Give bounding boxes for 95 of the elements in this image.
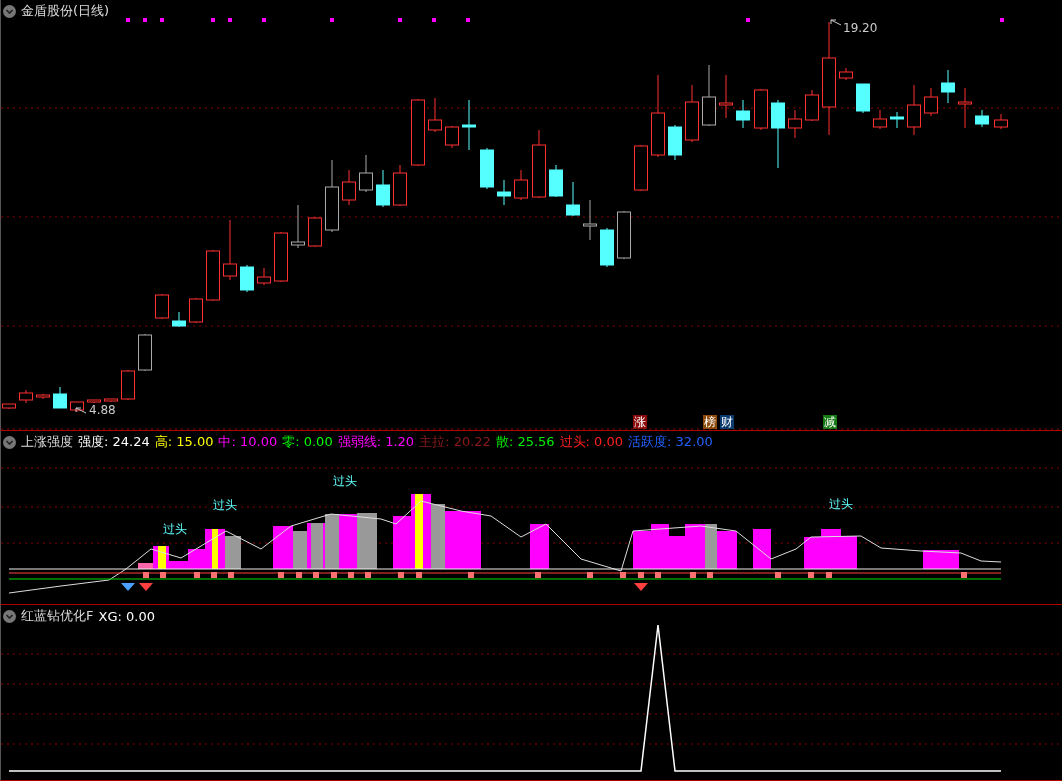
indicator-reading: 零: 0.00 <box>282 433 333 451</box>
indicator-reading: XG: 0.00 <box>98 608 155 624</box>
candlestick <box>805 89 819 122</box>
bar <box>804 537 821 569</box>
candlestick <box>342 169 356 206</box>
candlestick <box>376 169 390 208</box>
candlestick <box>907 84 921 136</box>
bar <box>393 516 411 569</box>
bar <box>293 531 307 569</box>
candlestick <box>924 87 938 117</box>
candlestick <box>941 69 955 104</box>
candlestick <box>393 164 407 207</box>
candlestick <box>240 264 254 293</box>
candlestick <box>53 386 67 409</box>
candlestick <box>87 399 101 404</box>
candlestick <box>856 83 870 114</box>
candlestick <box>138 333 152 372</box>
candlestick <box>172 311 186 328</box>
candlestick <box>771 99 785 169</box>
collapse-icon[interactable] <box>3 4 16 18</box>
candlestick <box>839 67 853 81</box>
price-label: 19.20 <box>843 21 878 35</box>
candlestick <box>308 216 322 248</box>
candlestick <box>634 144 648 192</box>
indicator-reading: 强弱线: 1.20 <box>337 433 415 451</box>
candlestick <box>685 84 699 143</box>
candlestick <box>359 154 373 193</box>
bar <box>530 524 549 569</box>
candlestick <box>2 403 16 410</box>
bar <box>273 526 293 569</box>
candlestick <box>873 109 887 130</box>
annotation-label: 过头 <box>163 521 187 538</box>
candlestick <box>445 125 459 149</box>
annotation-label: 过头 <box>333 473 357 490</box>
bar <box>357 513 377 569</box>
candlestick <box>549 164 563 198</box>
candlestick <box>155 293 169 320</box>
arrow-icon <box>75 407 87 414</box>
arrow-icon <box>830 19 842 26</box>
candlestick <box>291 204 305 249</box>
candlestick <box>975 109 989 128</box>
candlestick <box>532 129 546 199</box>
candlestick <box>514 169 528 201</box>
candlestick <box>206 249 220 302</box>
candlestick <box>411 98 425 167</box>
bar <box>325 514 339 569</box>
candlestick <box>566 181 580 217</box>
collapse-icon[interactable] <box>3 435 16 449</box>
indicator-reading: 强度: 24.24 <box>78 433 150 451</box>
candlestick <box>19 389 33 404</box>
indicator-reading: 主拉: 20.22 <box>419 433 491 451</box>
indicator-reading: 散: 25.56 <box>495 433 555 451</box>
candlestick <box>36 393 50 400</box>
signal-tag: 减 <box>823 415 837 429</box>
indicator-reading: 高: 15.00 <box>154 433 214 451</box>
candlestick <box>257 267 271 286</box>
indicator-reading: 过头: 0.00 <box>559 433 624 451</box>
bar <box>753 529 771 569</box>
bar <box>633 531 651 569</box>
panel-title: 金盾股份(日线) <box>21 2 110 20</box>
candlestick <box>480 147 494 190</box>
candlestick <box>583 199 597 241</box>
signal-tag: 榜 <box>703 415 717 429</box>
candlestick <box>617 210 631 260</box>
bar <box>225 536 241 569</box>
candlestick <box>497 179 511 206</box>
candlestick <box>702 64 716 127</box>
candlestick <box>223 219 237 281</box>
price-label: 4.88 <box>89 403 116 417</box>
panel-title: 红蓝钻优化F <box>21 607 94 625</box>
candlestick <box>274 231 288 283</box>
bar <box>339 514 357 569</box>
candlestick <box>788 109 802 139</box>
candlestick <box>736 99 750 129</box>
annotation-label: 过头 <box>829 496 853 513</box>
candlestick <box>754 88 768 131</box>
panel-title: 上涨强度 <box>21 433 73 451</box>
collapse-icon[interactable] <box>3 609 16 623</box>
candlestick <box>121 369 135 401</box>
candlestick <box>668 124 682 161</box>
candlestick <box>890 111 904 129</box>
candlestick <box>719 74 733 119</box>
candlestick <box>600 227 614 268</box>
indicator-reading: 活跃度: 32.00 <box>628 433 713 451</box>
annotation-label: 过头 <box>213 497 237 514</box>
candlestick <box>994 113 1008 130</box>
signal-tag: 财 <box>720 415 734 429</box>
candlestick <box>462 99 476 151</box>
candlestick <box>70 401 84 413</box>
signal-tag: 涨 <box>633 415 647 429</box>
candlestick <box>189 297 203 324</box>
candlestick <box>428 97 442 133</box>
candlestick <box>958 87 972 129</box>
indicator-reading: 中: 10.00 <box>218 433 278 451</box>
candlestick <box>104 398 118 403</box>
